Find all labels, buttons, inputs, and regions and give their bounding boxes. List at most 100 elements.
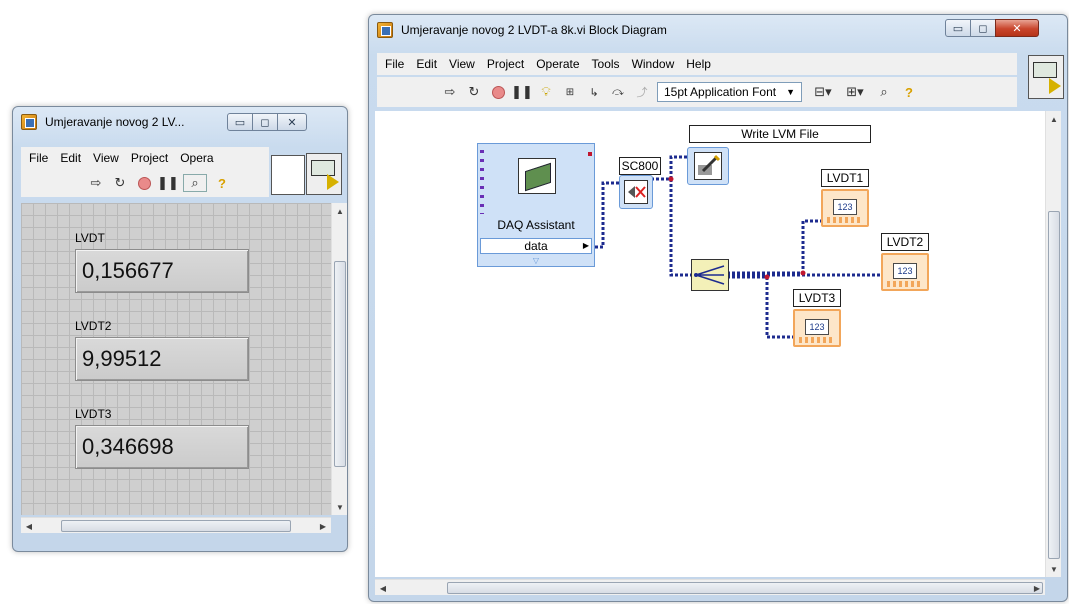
step-into-icon[interactable]: ↳ xyxy=(585,83,603,101)
indicator-value-lvdt: 0,156677 xyxy=(75,249,249,293)
lvdt2-label: LVDT2 xyxy=(881,233,929,251)
vi-icon-arrow xyxy=(1049,78,1061,94)
minimize-button[interactable]: ▭ xyxy=(227,113,253,131)
wire-junction xyxy=(668,176,674,182)
front-panel-window: Umjeravanje novog 2 LV... ▭ ◻ ✕ File Edi… xyxy=(12,106,348,552)
menu-operate[interactable]: Operate xyxy=(536,57,579,71)
menu-project[interactable]: Project xyxy=(131,151,168,165)
menu-edit[interactable]: Edit xyxy=(416,57,437,71)
indicator-label-lvdt2: LVDT2 xyxy=(75,319,112,333)
indicator-value-lvdt3: 0,346698 xyxy=(75,425,249,469)
vertical-scroll-thumb[interactable] xyxy=(334,261,346,467)
horizontal-scroll-thumb[interactable] xyxy=(447,582,1043,594)
front-panel-toolbar: ⇨ ↻ ❚❚ ⌕ ? xyxy=(21,169,269,197)
vertical-scroll-thumb[interactable] xyxy=(1048,211,1060,559)
block-diagram-title: Umjeravanje novog 2 LVDT-a 8k.vi Block D… xyxy=(401,23,667,37)
daq-assistant-node[interactable]: DAQ Assistant data ▶ ▽ xyxy=(477,143,595,267)
menu-window[interactable]: Window xyxy=(632,57,675,71)
scroll-up-icon[interactable]: ▲ xyxy=(332,203,348,219)
daq-data-label: data xyxy=(524,239,548,253)
wire-junction xyxy=(800,270,806,276)
align-objects-icon[interactable]: ⊟▾ xyxy=(810,83,836,101)
close-icon: ✕ xyxy=(287,116,297,129)
menu-help[interactable]: Help xyxy=(686,57,711,71)
menu-file[interactable]: File xyxy=(385,57,404,71)
abort-icon[interactable] xyxy=(489,83,507,101)
menu-operate[interactable]: Opera xyxy=(180,151,213,165)
expand-node-icon[interactable]: ▽ xyxy=(480,256,592,266)
menu-edit[interactable]: Edit xyxy=(60,151,81,165)
scroll-left-icon[interactable]: ◀ xyxy=(375,580,391,596)
menu-file[interactable]: File xyxy=(29,151,48,165)
retain-wire-values-icon[interactable]: ⊞ xyxy=(561,83,579,101)
search-icon[interactable]: ⌕ xyxy=(874,83,894,101)
font-selector[interactable]: 15pt Application Font ▼ xyxy=(657,82,802,102)
wire-daq-to-sc800 xyxy=(595,181,621,249)
abort-icon[interactable] xyxy=(135,174,153,192)
labview-app-icon xyxy=(21,114,37,130)
scroll-up-icon[interactable]: ▲ xyxy=(1046,111,1062,127)
close-button[interactable]: ✕ xyxy=(277,113,307,131)
block-diagram-horizontal-scrollbar[interactable]: ◀ ▶ xyxy=(375,579,1045,595)
sc800-label: SC800 xyxy=(619,157,661,175)
pause-icon[interactable]: ❚❚ xyxy=(511,83,533,101)
block-diagram-vertical-scrollbar[interactable]: ▲ ▼ xyxy=(1045,111,1061,577)
front-panel-horizontal-scrollbar[interactable]: ◀ ▶ xyxy=(21,517,331,533)
lvdt3-indicator-terminal[interactable]: 123 xyxy=(793,309,841,347)
menu-view[interactable]: View xyxy=(449,57,475,71)
indicator-type-stripe xyxy=(799,337,835,343)
lvdt3-label: LVDT3 xyxy=(793,289,841,307)
split-signals-node[interactable] xyxy=(691,259,729,291)
menu-project[interactable]: Project xyxy=(487,57,524,71)
lvdt1-indicator-terminal[interactable]: 123 xyxy=(821,189,869,227)
front-panel-menubar: File Edit View Project Opera xyxy=(21,147,269,169)
scroll-down-icon[interactable]: ▼ xyxy=(332,499,348,515)
highlight-execution-icon[interactable]: 💡︎ xyxy=(537,83,555,101)
daq-data-output[interactable]: data ▶ xyxy=(480,238,592,254)
lvdt2-indicator-terminal[interactable]: 123 xyxy=(881,253,929,291)
indicator-type-stripe xyxy=(827,217,863,223)
distribute-objects-icon[interactable]: ⊞▾ xyxy=(842,83,868,101)
step-out-icon[interactable]: ⤴ xyxy=(633,83,651,101)
write-lvm-file-icon xyxy=(694,152,722,180)
run-arrow-icon[interactable]: ⇨ xyxy=(441,83,459,101)
vi-icon[interactable] xyxy=(1028,55,1064,99)
horizontal-scroll-thumb[interactable] xyxy=(61,520,291,532)
numeric-indicator-icon: 123 xyxy=(893,263,917,279)
help-icon[interactable]: ? xyxy=(900,83,918,101)
menu-tools[interactable]: Tools xyxy=(592,57,620,71)
run-continuously-icon[interactable]: ↻ xyxy=(465,83,483,101)
front-panel-vertical-scrollbar[interactable]: ▲ ▼ xyxy=(331,203,347,515)
wire-sc800-to-split xyxy=(669,179,691,277)
scroll-left-icon[interactable]: ◀ xyxy=(21,518,37,534)
connector-pane[interactable] xyxy=(271,155,305,195)
daq-assistant-label: DAQ Assistant xyxy=(497,218,575,232)
close-button[interactable]: ✕ xyxy=(995,19,1039,37)
sc800-node[interactable] xyxy=(619,175,653,209)
wire-split-to-lvdt3 xyxy=(727,275,795,339)
indicator-label-lvdt3: LVDT3 xyxy=(75,407,112,421)
scroll-right-icon[interactable]: ▶ xyxy=(315,518,331,534)
scroll-down-icon[interactable]: ▼ xyxy=(1046,561,1062,577)
search-icon[interactable]: ⌕ xyxy=(183,174,207,192)
minimize-button[interactable]: ▭ xyxy=(945,19,971,37)
maximize-icon: ◻ xyxy=(978,22,988,35)
help-icon[interactable]: ? xyxy=(213,174,231,192)
maximize-button[interactable]: ◻ xyxy=(970,19,996,37)
run-arrow-icon[interactable]: ⇨ xyxy=(87,174,105,192)
menu-view[interactable]: View xyxy=(93,151,119,165)
block-diagram-canvas: DAQ Assistant data ▶ ▽ SC800 Write LVM F… xyxy=(375,111,1045,577)
labview-app-icon xyxy=(377,22,393,38)
write-lvm-file-node[interactable] xyxy=(687,147,729,185)
numeric-indicator-icon: 123 xyxy=(833,199,857,215)
maximize-button[interactable]: ◻ xyxy=(252,113,278,131)
scroll-right-icon[interactable]: ▶ xyxy=(1029,580,1045,596)
run-continuously-icon[interactable]: ↻ xyxy=(111,174,129,192)
vi-icon[interactable] xyxy=(306,153,342,195)
pause-icon[interactable]: ❚❚ xyxy=(157,174,179,192)
wire-junction xyxy=(764,274,770,280)
indicator-label-lvdt: LVDT xyxy=(75,231,105,245)
indicator-type-stripe xyxy=(887,281,923,287)
step-over-icon[interactable]: ⤼ xyxy=(609,83,627,101)
sc800-icon xyxy=(624,180,648,204)
